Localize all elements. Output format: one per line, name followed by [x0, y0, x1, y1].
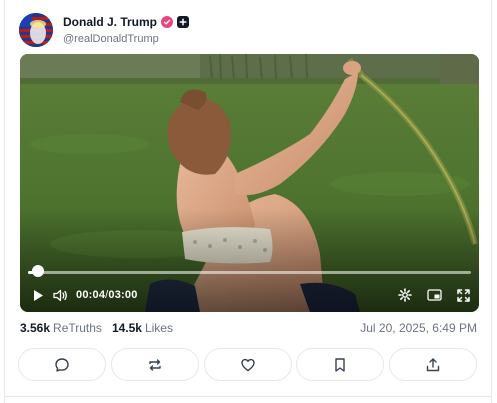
author-handle[interactable]: @realDonaldTrump [63, 33, 189, 45]
avatar-image [19, 13, 53, 47]
like-button[interactable] [203, 348, 292, 381]
share-icon [426, 357, 440, 371]
video-player[interactable]: 00:04/03:00 [20, 54, 479, 312]
likes-count[interactable]: 14.5k [112, 321, 142, 335]
bookmark-button[interactable] [296, 348, 385, 381]
reply-button[interactable] [18, 348, 106, 381]
likes-label[interactable]: Likes [145, 321, 173, 335]
retruths-label[interactable]: ReTruths [53, 321, 102, 335]
video-current-time: 00:04 [76, 289, 106, 301]
author-display-name[interactable]: Donald J. Trump [63, 15, 157, 29]
post-timestamp[interactable]: Jul 20, 2025, 6:49 PM [360, 321, 477, 335]
fullscreen-icon[interactable] [455, 287, 471, 303]
reply-icon [55, 357, 69, 372]
divider [5, 396, 491, 397]
verified-icon [161, 16, 174, 28]
video-time: 00:04/03:00 [76, 289, 138, 301]
picture-in-picture-icon[interactable] [426, 287, 442, 303]
retruth-icon [149, 358, 161, 371]
volume-icon[interactable] [52, 287, 68, 303]
post-header: Donald J. Trump @realDonaldTrump [19, 11, 190, 49]
video-progress-track[interactable] [28, 271, 471, 274]
post-actions [18, 348, 477, 382]
author-name-row: Donald J. Trump [63, 15, 190, 29]
video-duration: 03:00 [108, 289, 138, 301]
retruths-count[interactable]: 3.56k [20, 321, 50, 335]
avatar[interactable] [19, 13, 53, 47]
post-stats: 3.56k ReTruths 14.5k Likes Jul 20, 2025,… [20, 319, 477, 337]
share-button[interactable] [389, 348, 477, 381]
video-progress-thumb[interactable] [32, 265, 44, 277]
bookmark-icon [335, 357, 345, 372]
post-card: Donald J. Trump @realDonaldTrump 00:04/0… [4, 0, 492, 403]
settings-icon[interactable] [397, 287, 413, 303]
author-block: Donald J. Trump @realDonaldTrump [63, 15, 190, 45]
plus-icon [177, 16, 190, 28]
retruth-button[interactable] [110, 348, 199, 381]
video-controls: 00:04/03:00 [30, 287, 471, 303]
play-icon[interactable] [30, 287, 46, 303]
like-icon [240, 358, 255, 371]
